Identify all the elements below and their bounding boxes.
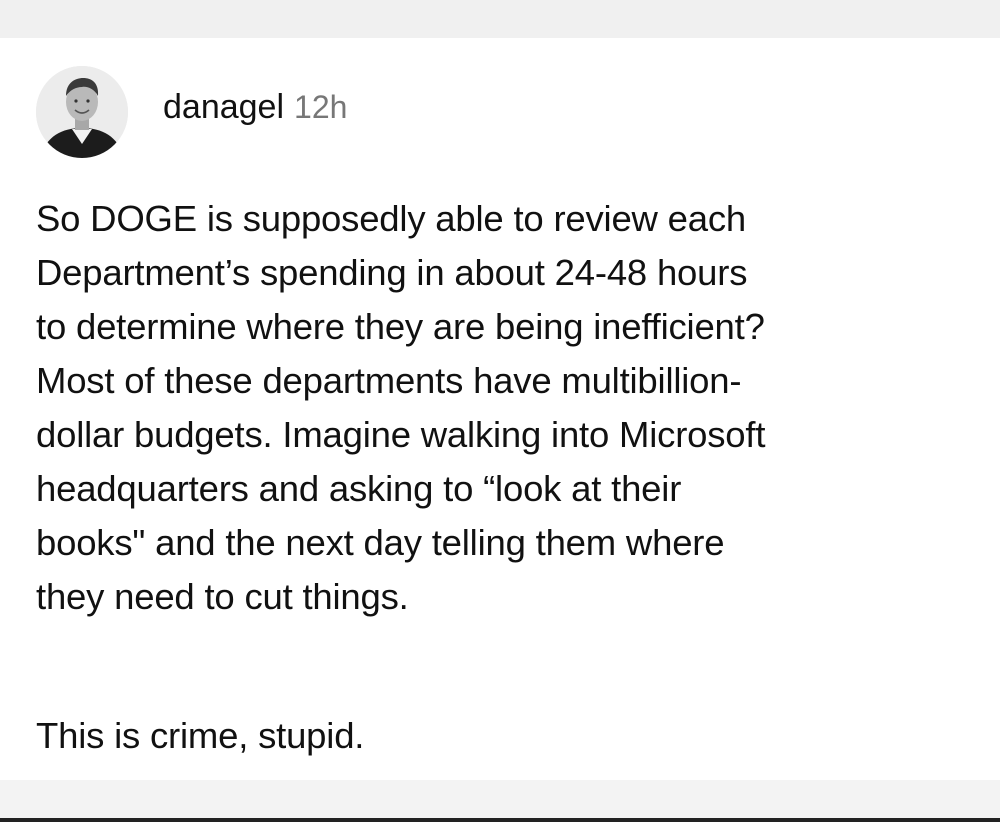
post-text-line: Most of these departments have multibill…: [36, 360, 742, 401]
post-text-line: books" and the next day telling them whe…: [36, 522, 725, 563]
bottom-margin: [0, 780, 1000, 818]
post-text-line: headquarters and asking to “look at thei…: [36, 468, 682, 509]
post-text-line: to determine where they are being ineffi…: [36, 306, 765, 347]
post-text-line: they need to cut things.: [36, 576, 409, 617]
post-closing-line: This is crime, stupid.: [36, 715, 365, 756]
bottom-divider: [0, 818, 1000, 822]
username-link[interactable]: danagel: [163, 88, 284, 127]
avatar[interactable]: [36, 66, 128, 158]
post-text-line: Department’s spending in about 24-48 hou…: [36, 252, 748, 293]
post-header: danagel 12h: [163, 88, 347, 134]
top-margin: [0, 0, 1000, 38]
post-text-line: dollar budgets. Imagine walking into Mic…: [36, 414, 766, 455]
post-timestamp[interactable]: 12h: [294, 89, 347, 126]
post-text-line: So DOGE is supposedly able to review eac…: [36, 198, 747, 239]
profile-photo-icon: [36, 66, 128, 158]
post-body: So DOGE is supposedly able to review eac…: [36, 192, 976, 624]
